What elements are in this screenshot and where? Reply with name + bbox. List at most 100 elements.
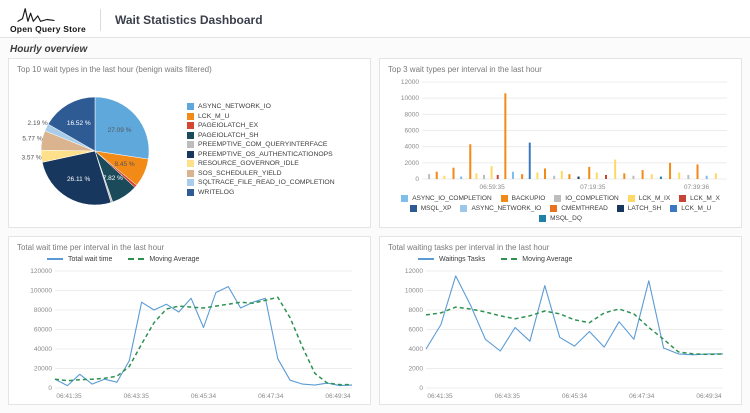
pie-area: 27.09 % 8.45 % 7.82 % 26.11 % 3.57 % 5.77 % 2.… — [17, 76, 362, 223]
legend-swatch — [401, 194, 409, 202]
total-wait-time-chart[interactable]: 0 20000 40000 60000 80000 100000 120000 06:41:3… — [17, 265, 362, 401]
svg-text:26.11 %: 26.11 % — [67, 176, 91, 183]
legend-item[interactable]: PREEMPTIVE_COM_QUERYINTERFACE — [187, 141, 335, 148]
legend-swatch — [187, 188, 194, 196]
svg-text:0: 0 — [48, 385, 52, 392]
legend-label: BACKUPIO — [511, 194, 546, 202]
legend-item[interactable]: LCK_M_X — [679, 194, 720, 202]
legend-item[interactable]: MSQL_XP — [409, 204, 452, 212]
legend-swatch — [679, 194, 687, 202]
legend-swatch — [670, 204, 678, 212]
legend-label: PAGEIOLATCH_SH — [198, 131, 259, 139]
svg-text:10000: 10000 — [405, 287, 423, 294]
svg-text:7.82 %: 7.82 % — [103, 175, 123, 182]
legend-item[interactable]: ASYNC_NETWORK_IO — [460, 204, 542, 212]
line-legend: Total wait time Moving Average — [17, 254, 362, 265]
waiting-tasks-chart[interactable]: 0 2000 4000 6000 8000 10000 12000 06:41:35 06:43… — [388, 265, 733, 401]
legend-swatch — [550, 204, 558, 212]
svg-text:3.57 %: 3.57 % — [21, 155, 41, 162]
pie-chart[interactable]: 27.09 % 8.45 % 7.82 % 26.11 % 3.57 % 5.77 % 2.… — [17, 79, 173, 219]
svg-text:10000: 10000 — [401, 95, 419, 102]
legend-swatch — [187, 179, 194, 186]
legend-line-swatch — [418, 258, 434, 260]
svg-text:06:49:34: 06:49:34 — [696, 393, 722, 400]
logo-icon — [17, 7, 55, 22]
legend-item[interactable]: CMEMTHREAD — [550, 204, 608, 212]
legend-label: LATCH_SH — [627, 204, 662, 212]
legend-label: RESOURCE_GOVERNOR_IDLE — [198, 160, 299, 167]
svg-text:06:45:34: 06:45:34 — [562, 393, 588, 400]
legend-item[interactable]: LCK_M_U — [187, 112, 335, 120]
legend-label: PREEMPTIVE_OS_AUTHENTICATIONOPS — [198, 150, 333, 158]
svg-text:06:47:34: 06:47:34 — [629, 393, 655, 400]
svg-text:12000: 12000 — [405, 268, 423, 275]
legend-item[interactable]: SOS_SCHEDULER_YIELD — [187, 169, 335, 177]
legend-item[interactable]: LCK_M_U — [670, 204, 712, 212]
legend-label: PAGEIOLATCH_EX — [198, 122, 259, 129]
legend-item[interactable]: SQLTRACE_FILE_READ_IO_COMPLETION — [187, 179, 335, 186]
svg-text:27.09 %: 27.09 % — [108, 127, 132, 134]
panel-total-waiting-tasks: Total waiting tasks per interval in the … — [379, 235, 742, 405]
legend-item[interactable]: Total wait time — [47, 256, 112, 263]
legend-label: LCK_M_U — [681, 204, 712, 212]
legend-swatch — [187, 112, 194, 120]
legend-item[interactable]: PREEMPTIVE_OS_AUTHENTICATIONOPS — [187, 150, 335, 158]
legend-item[interactable]: LCK_M_IX — [627, 194, 671, 202]
legend-label: LCK_M_IX — [638, 194, 671, 202]
svg-text:06:43:35: 06:43:35 — [495, 393, 521, 400]
legend-item[interactable]: PAGEIOLATCH_EX — [187, 122, 335, 129]
svg-text:12000: 12000 — [401, 79, 419, 86]
legend-label: MSQL_XP — [420, 204, 452, 212]
legend-label: Moving Average — [522, 255, 573, 263]
svg-text:06:47:34: 06:47:34 — [258, 393, 284, 400]
panel-total-wait-time: Total wait time per interval in the last… — [8, 235, 371, 405]
legend-swatch — [627, 194, 635, 202]
legend-swatch — [460, 204, 468, 212]
svg-text:06:41:35: 06:41:35 — [427, 393, 453, 400]
logo-text: Open Query Store — [10, 23, 86, 34]
legend-swatch — [187, 141, 194, 148]
svg-text:8.45 %: 8.45 % — [114, 161, 134, 168]
legend-label: CMEMTHREAD — [561, 204, 608, 212]
panel-title: Top 10 wait types in the last hour (beni… — [17, 65, 212, 74]
legend-item[interactable]: WRITELOG — [187, 188, 335, 196]
svg-text:4000: 4000 — [409, 346, 424, 353]
legend-item[interactable]: BACKUPIO — [500, 194, 546, 202]
legend-label: ASYNC_NETWORK_IO — [471, 204, 542, 212]
legend-item[interactable]: MSQL_DQ — [539, 214, 582, 222]
pie-legend: ASYNC_NETWORK_IO LCK_M_U PAGEIOLATCH_EX — [187, 103, 335, 196]
dashboard: Open Query Store Wait Statistics Dashboa… — [0, 0, 750, 413]
legend-swatch — [187, 131, 194, 139]
header-divider — [99, 8, 101, 31]
legend-item[interactable]: Moving Average — [501, 256, 572, 263]
svg-text:8000: 8000 — [409, 307, 424, 314]
legend-item[interactable]: LATCH_SH — [616, 204, 662, 212]
legend-label: SQLTRACE_FILE_READ_IO_COMPLETION — [198, 179, 335, 186]
panel-title: Top 3 wait types per interval in the las… — [388, 65, 542, 74]
legend-line-swatch — [128, 258, 145, 260]
legend-item[interactable]: Waitings Tasks — [418, 256, 485, 263]
svg-text:80000: 80000 — [34, 307, 52, 314]
legend-item[interactable]: PAGEIOLATCH_SH — [187, 131, 335, 139]
legend-item[interactable]: IO_COMPLETION — [554, 194, 619, 202]
svg-text:07:39:36: 07:39:36 — [684, 184, 710, 191]
legend-label: ASYNC_NETWORK_IO — [198, 103, 271, 110]
legend-swatch — [616, 204, 624, 212]
svg-text:2000: 2000 — [409, 365, 424, 372]
logo[interactable]: Open Query Store — [10, 6, 86, 34]
legend-item[interactable]: Moving Average — [128, 256, 199, 263]
legend-item[interactable]: ASYNC_IO_COMPLETION — [401, 194, 492, 202]
panel-title: Total wait time per interval in the last… — [17, 242, 165, 252]
svg-text:40000: 40000 — [34, 346, 52, 353]
svg-text:16.52 %: 16.52 % — [67, 120, 91, 127]
legend-swatch — [409, 204, 417, 212]
line-legend: Waitings Tasks Moving Average — [388, 254, 733, 265]
legend-item[interactable]: ASYNC_NETWORK_IO — [187, 103, 335, 110]
svg-text:6000: 6000 — [409, 326, 424, 333]
legend-item[interactable]: RESOURCE_GOVERNOR_IDLE — [187, 160, 335, 167]
svg-text:06:49:34: 06:49:34 — [325, 393, 351, 400]
svg-text:4000: 4000 — [405, 144, 420, 151]
svg-text:20000: 20000 — [34, 365, 52, 372]
svg-text:06:43:35: 06:43:35 — [124, 393, 150, 400]
bar-chart[interactable]: 0 2000 4000 6000 8000 10000 12000 06:59:35 07:19… — [388, 76, 733, 192]
